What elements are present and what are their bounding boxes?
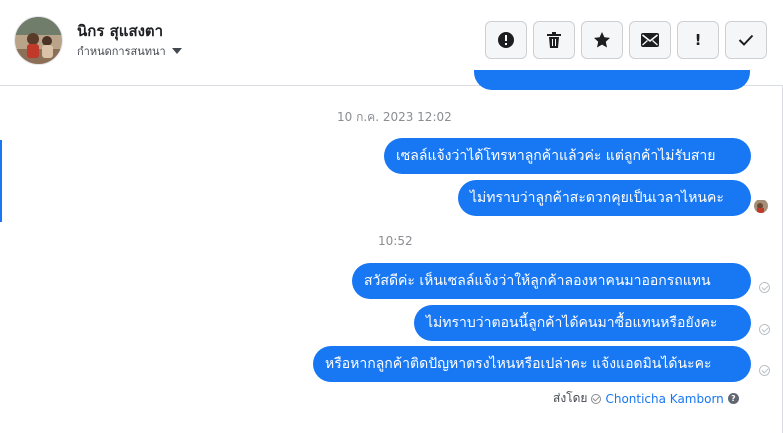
- message-bubble[interactable]: ไม่ทราบว่าตอนนี้ลูกค้าได้คนมาซื้อแทนหรือ…: [414, 305, 751, 341]
- message-bubble[interactable]: เซลล์แจ้งว่าได้โทรหาลูกค้าแล้วค่ะ แต่ลูก…: [384, 138, 751, 174]
- checkmark-icon: [738, 34, 754, 46]
- exclamation-icon: !: [694, 31, 702, 49]
- alert-circle-icon: [498, 32, 514, 48]
- follow-up-button[interactable]: !: [677, 21, 719, 59]
- assign-label: กำหนดการสนทนา: [77, 45, 166, 58]
- delete-button[interactable]: [533, 21, 575, 59]
- delivered-check-icon: [759, 324, 770, 335]
- trash-icon: [547, 32, 561, 48]
- conversation-panel: นิกร สุแสงตา กำหนดการสนทนา ! 10 ก.ค. 202…: [0, 0, 783, 433]
- previous-message-bubble: [474, 70, 750, 90]
- seen-avatar: [754, 199, 768, 213]
- sent-by-agent-link[interactable]: Chonticha Kamborn: [605, 392, 723, 406]
- message-bubble[interactable]: ไม่ทราบว่าลูกค้าสะดวกคุยเป็นเวลาไหนคะ: [458, 180, 751, 216]
- check-circle-icon: [591, 393, 602, 404]
- delivered-check-icon: [759, 365, 770, 376]
- contact-name: นิกร สุแสงตา: [77, 22, 164, 40]
- caret-down-icon: [171, 48, 182, 54]
- mark-unread-button[interactable]: [629, 21, 671, 59]
- header-actions: !: [485, 21, 767, 59]
- contact-avatar[interactable]: [14, 16, 63, 65]
- mark-done-button[interactable]: [725, 21, 767, 59]
- message-bubble[interactable]: สวัสดีค่ะ เห็นเซลล์แจ้งว่าให้ลูกค้าลองหา…: [352, 263, 751, 299]
- sent-by-info: ส่งโดย Chonticha Kamborn ?: [553, 389, 739, 408]
- star-button[interactable]: [581, 21, 623, 59]
- mark-spam-button[interactable]: [485, 21, 527, 59]
- scroll-indicator: [0, 140, 2, 222]
- help-icon[interactable]: ?: [727, 393, 739, 404]
- delivered-check-icon: [759, 282, 770, 293]
- sent-by-label: ส่งโดย: [553, 391, 588, 405]
- timestamp: 10:52: [378, 234, 413, 248]
- timestamp: 10 ก.ค. 2023 12:02: [337, 110, 452, 124]
- envelope-icon: [641, 33, 659, 47]
- assign-conversation-dropdown[interactable]: กำหนดการสนทนา: [77, 42, 182, 60]
- message-bubble[interactable]: หรือหากลูกค้าติดปัญหาตรงไหนหรือเปล่าคะ แ…: [313, 346, 751, 382]
- star-icon: [594, 32, 610, 48]
